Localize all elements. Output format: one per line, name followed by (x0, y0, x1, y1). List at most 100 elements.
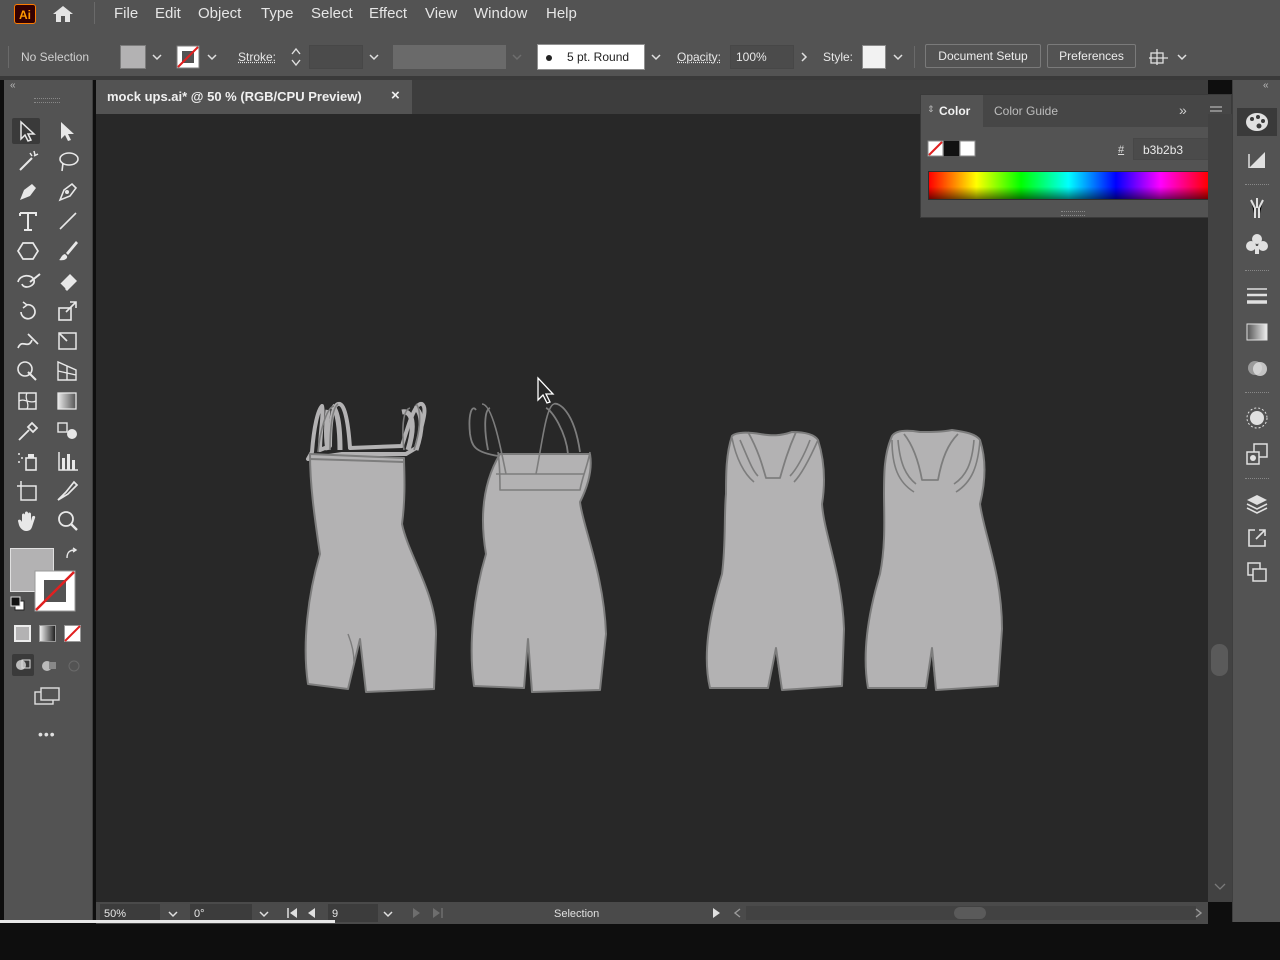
asset-export-icon[interactable] (1245, 526, 1269, 550)
direct-selection-tool-icon[interactable] (52, 118, 80, 144)
chevron-down-icon[interactable] (381, 907, 395, 921)
draw-normal-icon[interactable] (12, 654, 34, 676)
artboards-panel-icon[interactable] (1245, 560, 1269, 584)
line-segment-tool-icon[interactable] (54, 208, 82, 234)
magic-wand-icon[interactable] (14, 148, 42, 174)
document-tab[interactable]: mock ups.ai* @ 50 % (RGB/CPU Preview) × (96, 80, 412, 114)
draw-behind-icon[interactable] (39, 655, 61, 677)
default-fill-stroke-icon[interactable] (10, 596, 26, 612)
menu-type[interactable]: Type (261, 5, 294, 22)
warp-tool-icon[interactable] (14, 328, 42, 354)
variable-width-profile[interactable] (393, 45, 506, 69)
menu-view[interactable]: View (425, 5, 457, 22)
none-black-white-swatches[interactable] (927, 140, 979, 158)
chevron-down-icon[interactable] (367, 50, 381, 64)
slice-tool-icon[interactable] (54, 478, 82, 504)
stroke-label[interactable]: Stroke: (238, 50, 276, 64)
curvature-tool-icon[interactable] (54, 178, 82, 204)
free-transform-tool-icon[interactable] (54, 328, 82, 354)
menu-effect[interactable]: Effect (369, 5, 407, 22)
chevron-down-icon[interactable] (150, 50, 164, 64)
color-spectrum[interactable] (928, 171, 1209, 200)
brushes-icon[interactable] (1245, 196, 1269, 220)
opacity-input[interactable]: 100% (730, 45, 794, 69)
menu-help[interactable]: Help (546, 5, 577, 22)
lasso-tool-icon[interactable] (54, 148, 82, 174)
color-mode-icon[interactable] (14, 625, 31, 642)
stroke-stepper-icon[interactable] (290, 46, 302, 68)
vertical-scrollbar[interactable] (1208, 114, 1232, 902)
arrange-documents-icon[interactable] (1148, 47, 1170, 67)
first-artboard-icon[interactable] (286, 907, 300, 919)
stroke-panel-icon[interactable] (1245, 284, 1269, 308)
gradient-tool-icon[interactable] (54, 388, 82, 414)
shape-builder-tool-icon[interactable] (14, 358, 42, 384)
menu-edit[interactable]: Edit (155, 5, 181, 22)
hand-tool-icon[interactable] (14, 508, 42, 534)
paintbrush-tool-icon[interactable] (54, 238, 82, 264)
pen-tool-icon[interactable] (14, 178, 42, 204)
scale-tool-icon[interactable] (54, 298, 82, 324)
screen-mode-icon[interactable] (32, 684, 64, 708)
eraser-tool-icon[interactable] (54, 268, 82, 294)
shaper-tool-icon[interactable] (14, 268, 42, 294)
none-mode-icon[interactable] (64, 625, 81, 642)
chevron-down-icon[interactable] (649, 50, 663, 64)
transparency-icon[interactable] (1245, 356, 1269, 380)
scroll-down-icon[interactable] (1213, 882, 1227, 892)
stroke-color-swatch[interactable] (34, 570, 76, 612)
stroke-weight-input[interactable] (309, 45, 363, 69)
graphic-styles-icon[interactable] (1245, 442, 1269, 466)
tab-color[interactable]: ⇕ Color (921, 95, 983, 127)
blend-tool-icon[interactable] (54, 418, 82, 444)
gradient-mode-icon[interactable] (39, 625, 56, 642)
type-tool-icon[interactable] (14, 208, 42, 234)
brush-definition[interactable]: 5 pt. Round (537, 44, 645, 70)
scroll-right-icon[interactable] (1192, 907, 1204, 919)
artboard-number-input[interactable]: 9 (328, 904, 378, 922)
chevron-down-icon[interactable] (257, 907, 271, 921)
mesh-tool-icon[interactable] (14, 388, 42, 414)
horizontal-scrollbar[interactable] (746, 906, 1196, 920)
graphic-style-swatch[interactable] (862, 45, 886, 69)
chevron-down-icon[interactable] (166, 907, 180, 921)
menu-file[interactable]: File (114, 5, 138, 22)
eyedropper-tool-icon[interactable] (14, 418, 42, 444)
tab-color-guide[interactable]: Color Guide (994, 104, 1058, 118)
menu-window[interactable]: Window (474, 5, 527, 22)
appearance-icon[interactable] (1245, 406, 1269, 430)
menu-object[interactable]: Object (198, 5, 241, 22)
preferences-button[interactable]: Preferences (1047, 44, 1136, 68)
artboard-canvas[interactable] (96, 114, 1208, 902)
chevron-right-icon[interactable] (797, 50, 811, 64)
hex-input[interactable]: b3b2b3 (1133, 138, 1209, 160)
rotate-tool-icon[interactable] (14, 298, 42, 324)
symbol-sprayer-tool-icon[interactable] (14, 448, 42, 474)
edit-toolbar-icon[interactable]: ••• (38, 726, 56, 742)
layers-icon[interactable] (1245, 492, 1269, 516)
artboard-tool-icon[interactable] (14, 478, 42, 504)
stroke-none-swatch[interactable] (176, 45, 200, 69)
selection-tool-icon[interactable] (12, 118, 40, 144)
chevron-down-icon[interactable] (1175, 50, 1189, 64)
scroll-left-icon[interactable] (732, 907, 744, 919)
opacity-label[interactable]: Opacity: (677, 50, 721, 64)
previous-artboard-icon[interactable] (306, 907, 318, 919)
menu-select[interactable]: Select (311, 5, 353, 22)
color-guide-icon[interactable] (1245, 148, 1269, 172)
collapse-panel-icon[interactable]: » (1179, 102, 1187, 118)
close-icon[interactable]: × (391, 87, 400, 104)
collapse-toolbar-icon[interactable]: « (10, 80, 16, 91)
perspective-grid-tool-icon[interactable] (54, 358, 82, 384)
status-menu-icon[interactable] (710, 907, 722, 919)
zoom-tool-icon[interactable] (54, 508, 82, 534)
color-panel-icon[interactable] (1237, 108, 1277, 136)
chevron-down-icon[interactable] (891, 50, 905, 64)
fill-swatch[interactable] (120, 45, 146, 69)
symbols-icon[interactable] (1245, 232, 1269, 256)
gradient-panel-icon[interactable] (1245, 320, 1269, 344)
h-scroll-thumb[interactable] (954, 907, 986, 919)
document-setup-button[interactable]: Document Setup (925, 44, 1041, 68)
home-icon[interactable] (50, 4, 76, 24)
expand-panels-icon[interactable]: « (1263, 80, 1269, 91)
